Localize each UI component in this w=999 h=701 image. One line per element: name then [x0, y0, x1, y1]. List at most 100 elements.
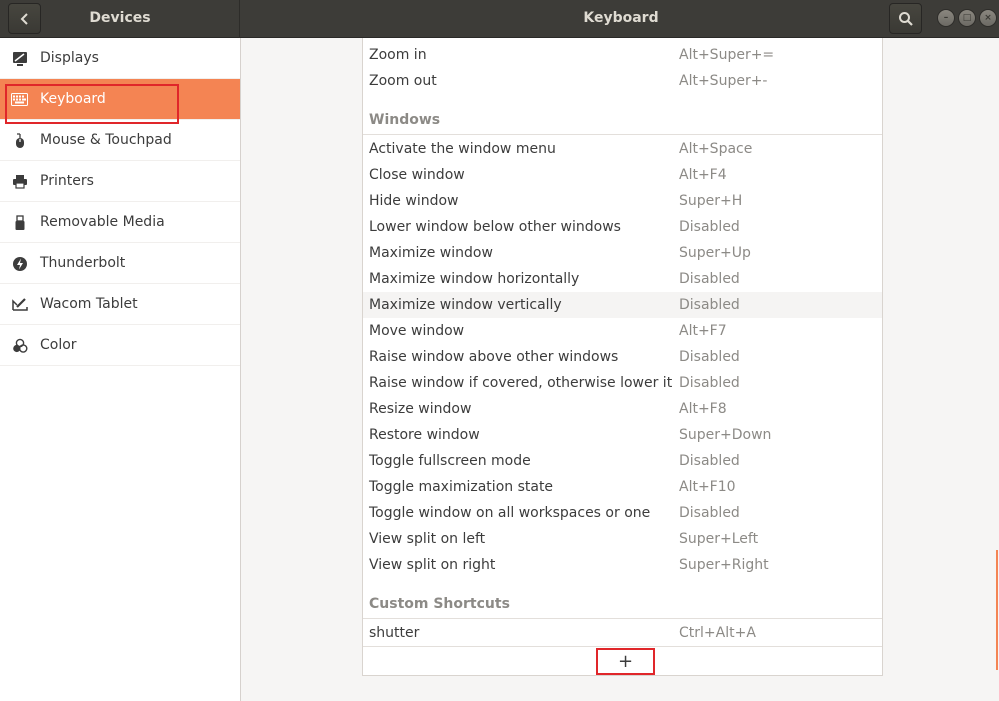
- shortcut-accel: Alt+F7: [679, 323, 727, 339]
- shortcut-row[interactable]: Resize window Alt+F8: [363, 396, 882, 422]
- shortcuts-list: Zoom in Alt+Super+= Zoom out Alt+Super+-…: [362, 38, 883, 676]
- shortcut-row[interactable]: Raise window above other windows Disable…: [363, 344, 882, 370]
- section-heading-custom: Custom Shortcuts: [363, 589, 882, 619]
- shortcut-accel: Alt+F8: [679, 401, 727, 417]
- shortcut-row[interactable]: Move window Alt+F7: [363, 318, 882, 344]
- sidebar-item-label: Wacom Tablet: [40, 296, 138, 312]
- sidebar-item-wacom-tablet[interactable]: Wacom Tablet: [0, 284, 240, 325]
- shortcut-accel: Disabled: [679, 505, 740, 521]
- sidebar-item-label: Thunderbolt: [40, 255, 126, 271]
- maximize-button[interactable]: □: [958, 9, 976, 27]
- shortcut-row[interactable]: Hide window Super+H: [363, 188, 882, 214]
- shortcut-name: Toggle fullscreen mode: [369, 453, 531, 469]
- panel-title: Devices: [89, 10, 151, 26]
- section-heading-windows: Windows: [363, 105, 882, 135]
- shortcut-row[interactable]: Toggle window on all workspaces or one D…: [363, 500, 882, 526]
- shortcut-accel: Alt+F4: [679, 167, 727, 183]
- main-content: Zoom in Alt+Super+= Zoom out Alt+Super+-…: [241, 38, 999, 701]
- mouse-icon: [11, 132, 28, 149]
- keyboard-icon: [11, 91, 28, 108]
- search-icon: [898, 11, 913, 26]
- shortcut-accel: Alt+Space: [679, 141, 753, 157]
- shortcut-accel: Alt+F10: [679, 479, 736, 495]
- shortcut-name: View split on right: [369, 557, 496, 573]
- shortcut-row[interactable]: Lower window below other windows Disable…: [363, 214, 882, 240]
- shortcut-accel: Disabled: [679, 271, 740, 287]
- shortcut-row[interactable]: Raise window if covered, otherwise lower…: [363, 370, 882, 396]
- sidebar-item-displays[interactable]: Displays: [0, 38, 240, 79]
- add-shortcut-button[interactable]: +: [596, 648, 655, 675]
- header-bar: Devices Keyboard – □ ×: [0, 0, 999, 38]
- sidebar-item-label: Removable Media: [40, 214, 165, 230]
- shortcut-name: Toggle maximization state: [369, 479, 554, 495]
- section-title: Windows: [369, 112, 441, 128]
- back-button[interactable]: [8, 3, 41, 34]
- shortcut-row[interactable]: Maximize window vertically Disabled: [363, 292, 882, 318]
- shortcut-accel: Super+Up: [679, 245, 751, 261]
- shortcut-name: Lower window below other windows: [369, 219, 621, 235]
- search-button[interactable]: [889, 3, 922, 34]
- shortcut-accel: Disabled: [679, 453, 740, 469]
- sidebar-item-label: Keyboard: [40, 91, 106, 107]
- sidebar-item-label: Color: [40, 337, 77, 353]
- shortcut-name: Hide window: [369, 193, 459, 209]
- section-title: Custom Shortcuts: [369, 596, 510, 612]
- printer-icon: [11, 173, 28, 190]
- shortcut-row[interactable]: Restore window Super+Down: [363, 422, 882, 448]
- shortcut-name: Maximize window vertically: [369, 297, 562, 313]
- sidebar-item-keyboard[interactable]: Keyboard: [0, 79, 240, 120]
- window-controls: – □ ×: [937, 9, 997, 27]
- minimize-button[interactable]: –: [937, 9, 955, 27]
- shortcut-name: Restore window: [369, 427, 480, 443]
- sidebar-item-label: Mouse & Touchpad: [40, 132, 172, 148]
- sidebar-item-label: Displays: [40, 50, 99, 66]
- shortcut-name: shutter: [369, 625, 420, 641]
- shortcut-accel: Disabled: [679, 297, 740, 313]
- color-icon: [11, 337, 28, 354]
- sidebar-item-color[interactable]: Color: [0, 325, 240, 366]
- sidebar-item-label: Printers: [40, 173, 94, 189]
- chevron-left-icon: [20, 12, 28, 25]
- shortcut-accel: Ctrl+Alt+A: [679, 625, 756, 641]
- sidebar-item-removable-media[interactable]: Removable Media: [0, 202, 240, 243]
- shortcut-name: Activate the window menu: [369, 141, 556, 157]
- shortcut-row[interactable]: Zoom in Alt+Super+=: [363, 42, 882, 68]
- shortcut-accel: Alt+Super+-: [679, 73, 768, 89]
- shortcut-row[interactable]: Maximize window horizontally Disabled: [363, 266, 882, 292]
- shortcut-name: Toggle window on all workspaces or one: [369, 505, 651, 521]
- page-title: Keyboard: [583, 10, 659, 26]
- shortcut-accel: Super+Left: [679, 531, 759, 547]
- shortcut-row[interactable]: Maximize window Super+Up: [363, 240, 882, 266]
- custom-shortcut-row[interactable]: shutter Ctrl+Alt+A: [363, 620, 882, 647]
- shortcut-row[interactable]: Activate the window menu Alt+Space: [363, 136, 882, 162]
- shortcut-accel: Super+H: [679, 193, 743, 209]
- shortcut-name: Move window: [369, 323, 465, 339]
- close-button[interactable]: ×: [979, 9, 997, 27]
- sidebar-item-thunderbolt[interactable]: Thunderbolt: [0, 243, 240, 284]
- header-left-section: Devices: [0, 0, 240, 38]
- shortcut-name: Raise window if covered, otherwise lower…: [369, 375, 673, 391]
- sidebar: Displays Keyboard Mouse & Touchpad Print…: [0, 38, 241, 701]
- tablet-icon: [11, 296, 28, 313]
- shortcut-row[interactable]: Toggle fullscreen mode Disabled: [363, 448, 882, 474]
- sidebar-item-printers[interactable]: Printers: [0, 161, 240, 202]
- shortcut-name: Resize window: [369, 401, 472, 417]
- sidebar-item-mouse-touchpad[interactable]: Mouse & Touchpad: [0, 120, 240, 161]
- shortcut-row[interactable]: View split on right Super+Right: [363, 552, 882, 578]
- shortcut-row[interactable]: Zoom out Alt+Super+-: [363, 68, 882, 94]
- shortcut-row[interactable]: Close window Alt+F4: [363, 162, 882, 188]
- thunderbolt-icon: [11, 255, 28, 272]
- usb-icon: [11, 214, 28, 231]
- shortcut-name: View split on left: [369, 531, 486, 547]
- shortcut-name: Zoom out: [369, 73, 437, 89]
- shortcut-name: Maximize window horizontally: [369, 271, 580, 287]
- display-icon: [11, 50, 28, 67]
- shortcut-name: Maximize window: [369, 245, 493, 261]
- shortcut-name: Close window: [369, 167, 465, 183]
- shortcut-row[interactable]: View split on left Super+Left: [363, 526, 882, 552]
- shortcut-accel: Disabled: [679, 219, 740, 235]
- shortcut-accel: Super+Right: [679, 557, 769, 573]
- shortcut-row[interactable]: Toggle maximization state Alt+F10: [363, 474, 882, 500]
- shortcut-accel: Alt+Super+=: [679, 47, 775, 63]
- shortcut-name: Zoom in: [369, 47, 427, 63]
